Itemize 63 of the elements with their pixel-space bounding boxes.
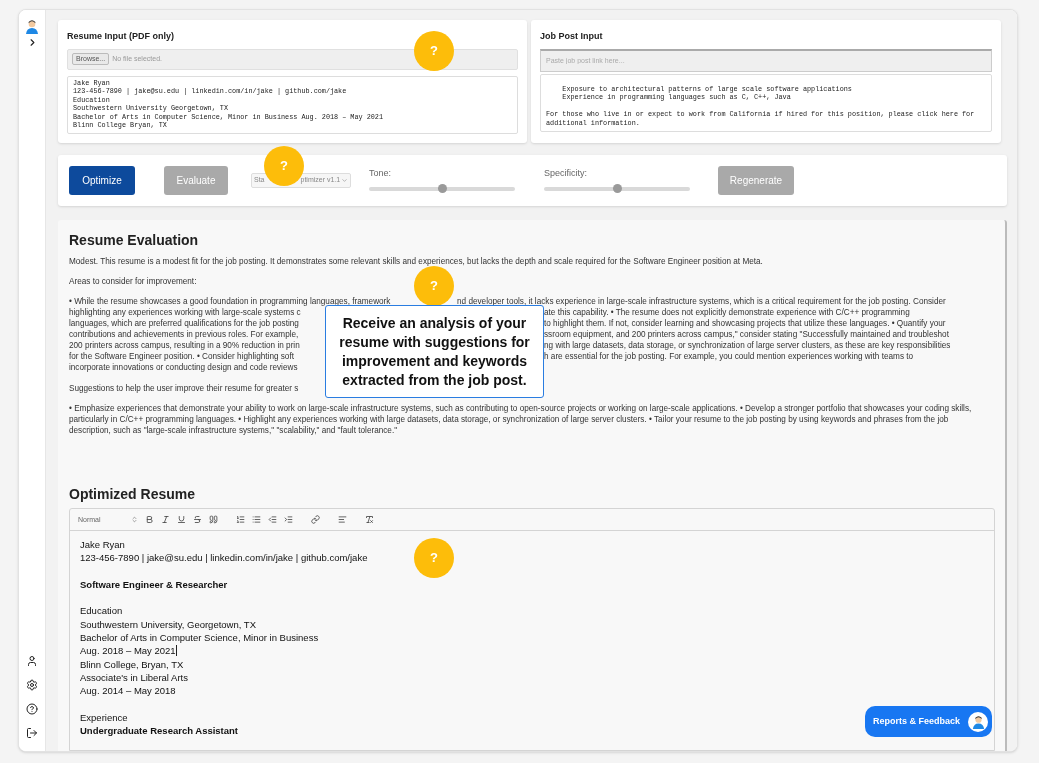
resume-line: Undergraduate Research Assistant bbox=[80, 724, 239, 738]
slider[interactable] bbox=[544, 183, 690, 194]
suggestions-text: • Emphasize experiences that demonstrate your ability to work on large-scale infrastructure systems, such as contributing to open-source projects or working on large-scale applications. • Develop a stronger portfolio that showcases your coding skills, particularly in C/C++ programming languages. • Highlight any experiences working with large datasets, data storage, or synchronization of large server clusters. • Tailor your resume to the job posting by using keywords and phrases from the job description, such as "large-scale infrastructure systems," "scalability," and "fault tolerance." bbox=[69, 403, 973, 436]
areas-heading: Areas to consider for improvement: bbox=[69, 276, 197, 287]
resume-line: Education bbox=[80, 604, 123, 618]
slider[interactable] bbox=[369, 183, 515, 194]
resume-line: Associate's in Liberal Arts bbox=[80, 670, 188, 685]
outdent-icon[interactable] bbox=[268, 515, 277, 524]
resume-line: Aug. 2018 – May 2021 bbox=[80, 644, 176, 658]
indent-icon[interactable] bbox=[284, 515, 293, 524]
clear-format-icon[interactable] bbox=[365, 515, 374, 524]
slider-label: Specificity: bbox=[544, 167, 588, 181]
evaluation-text: nd developer tools, it lacks experience in large-scale infrastructure systems, which is a critical requirement for the job posting. Consider bbox=[457, 296, 946, 307]
evaluation-text: 200 printers across campus, resulting in a 90% reduction in prin bbox=[69, 340, 301, 351]
feedback-button[interactable]: Reports & Feedback bbox=[865, 706, 992, 737]
resume-line: Blinn College, Bryan, TX bbox=[80, 657, 184, 671]
evaluation-text: ssroom equipment, and 200 printers across campus," consider stating "Successfully maintained and troubleshot bbox=[544, 329, 949, 340]
evaluation-text: • While the resume showcases a good foundation in programming languages, framework bbox=[69, 296, 392, 307]
numbered-list-icon[interactable] bbox=[236, 515, 245, 524]
evaluation-text: ate this capability. • The resume does not explicitly demonstrate experience with C/C++ programming bbox=[544, 307, 910, 318]
settings-icon[interactable] bbox=[26, 679, 38, 691]
resume-line: 123-456-7890 | jake@su.edu | linkedin.com/in/jake | github.com/jake bbox=[80, 551, 368, 565]
avatar-icon bbox=[24, 18, 40, 34]
resume-line: Jake Ryan bbox=[80, 538, 125, 552]
bold-icon[interactable] bbox=[145, 515, 154, 524]
resume-line: Southwestern University, Georgetown, TX bbox=[80, 617, 256, 632]
evaluation-text: incorporate innovations or conducting design and code reviews bbox=[69, 362, 299, 373]
bullet-list-icon[interactable] bbox=[252, 515, 261, 524]
logout-icon[interactable] bbox=[26, 727, 38, 739]
resume-line: Experience bbox=[80, 710, 128, 725]
optimize-button[interactable]: Optimize bbox=[69, 166, 135, 195]
underline-icon[interactable] bbox=[177, 515, 186, 524]
avatar-icon bbox=[970, 714, 986, 729]
up-down-chevron-icon bbox=[131, 516, 138, 523]
quote-icon[interactable] bbox=[209, 515, 218, 524]
italic-icon[interactable] bbox=[161, 515, 170, 524]
resume-line: Aug. 2014 – May 2018 bbox=[80, 684, 176, 698]
slider-thumb[interactable] bbox=[437, 184, 447, 194]
tooltip: Receive an analysis of your resume with suggestions for improvement and keywords extracted from the job post. bbox=[325, 305, 544, 398]
slider-label: Tone: bbox=[369, 167, 393, 181]
card-title: Job Post Input bbox=[540, 30, 604, 43]
align-icon[interactable] bbox=[338, 515, 347, 524]
link-icon[interactable] bbox=[311, 515, 320, 524]
section-title: Optimized Resume bbox=[69, 486, 197, 502]
strikethrough-icon[interactable] bbox=[193, 515, 202, 524]
evaluation-summary: Modest. This resume is a modest fit for the job posting. It demonstrates some relevant skills and experiences, but lacks the depth and scale required for the Software Engineer position at Meta. bbox=[69, 256, 764, 267]
resume-line: Bachelor of Arts in Computer Science, Minor in Business bbox=[80, 631, 319, 645]
resume-line: Software Engineer & Researcher bbox=[80, 577, 228, 592]
section-title: Resume Evaluation bbox=[69, 232, 200, 248]
user-icon[interactable] bbox=[26, 655, 38, 667]
evaluation-text: highlighting any experiences working with large-scale systems c bbox=[69, 307, 302, 318]
card-title: Resume Input (PDF only) bbox=[67, 30, 175, 43]
suggestions-heading: Suggestions to help the user improve their resume for greater s bbox=[69, 383, 300, 394]
evaluation-text: h are essential for the job posting. For example, you could mention experiences working with teams to bbox=[544, 351, 914, 362]
text-cursor bbox=[175, 645, 177, 657]
chevron-down-icon bbox=[341, 177, 348, 184]
evaluation-text: to highlight them. If not, consider learning and showcasing projects that utilize these languages. • Quantify your bbox=[544, 318, 946, 329]
help-icon[interactable] bbox=[26, 703, 38, 715]
evaluation-text: ng with large datasets, data storage, or synchronization of large server clusters, as these are key responsibilities bbox=[544, 340, 951, 351]
evaluation-text: for the Software Engineer position. • Consider highlighting soft bbox=[69, 351, 295, 362]
evaluation-text: languages, which are preferred qualifications for the job posting bbox=[69, 318, 300, 329]
evaluation-text: contributions and achievements in previous roles. For example, bbox=[69, 329, 300, 340]
slider-thumb[interactable] bbox=[612, 184, 622, 194]
